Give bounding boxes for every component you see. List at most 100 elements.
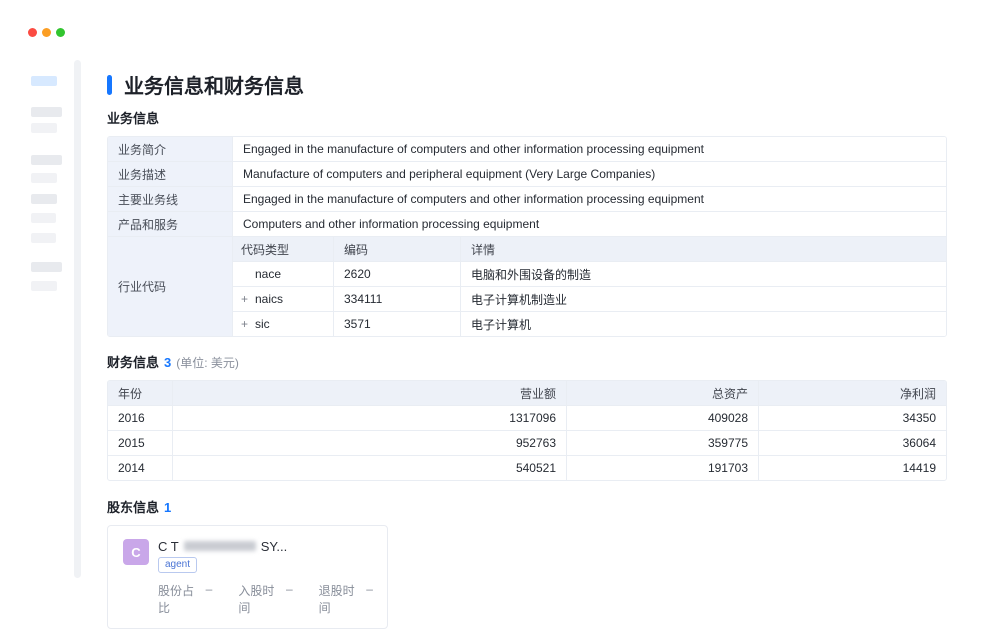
code-type: naics	[255, 292, 283, 306]
shareholder-stats: 股份占比 – 入股时间 – 退股时间 –	[158, 582, 373, 616]
business-section-header: 业务信息	[107, 108, 947, 127]
industry-codes-row: 行业代码 代码类型 编码 详情 nace 2620 电脑和外围设备的制造	[108, 237, 946, 336]
row-value: Engaged in the manufacture of computers …	[233, 137, 946, 161]
code-type-cell: nace	[233, 262, 334, 286]
financial-unit-note: (单位: 美元)	[176, 354, 239, 371]
code-type: sic	[255, 317, 270, 331]
column-header: 营业额	[173, 381, 567, 405]
row-label: 业务描述	[108, 162, 233, 186]
financial-header-row: 年份 营业额 总资产 净利润	[108, 381, 946, 406]
profit-cell: 14419	[759, 456, 946, 480]
column-header: 总资产	[567, 381, 759, 405]
table-row: nace 2620 电脑和外围设备的制造	[233, 262, 946, 287]
assets-cell: 191703	[567, 456, 759, 480]
revenue-cell: 1317096	[173, 406, 567, 430]
revenue-cell: 952763	[173, 431, 567, 455]
column-header: 编码	[334, 237, 461, 261]
stat-label: 退股时间	[319, 582, 362, 616]
main-content: 业务信息和财务信息 业务信息 业务简介 Engaged in the manuf…	[107, 72, 947, 629]
code-value: 2620	[334, 262, 461, 286]
row-label: 业务简介	[108, 137, 233, 161]
sidebar-item-placeholder[interactable]	[31, 194, 57, 204]
sidebar	[31, 76, 71, 291]
financial-section-header: 财务信息 3 (单位: 美元)	[107, 352, 947, 371]
table-row: 主要业务线 Engaged in the manufacture of comp…	[108, 187, 946, 212]
table-row: 业务简介 Engaged in the manufacture of compu…	[108, 137, 946, 162]
year-cell: 2016	[108, 406, 173, 430]
code-value: 3571	[334, 312, 461, 336]
page-header: 业务信息和财务信息	[107, 72, 947, 97]
page-title: 业务信息和财务信息	[124, 70, 304, 99]
avatar: C	[123, 539, 149, 565]
stat-value: –	[206, 582, 213, 616]
agent-badge: agent	[158, 557, 197, 573]
sidebar-item-placeholder[interactable]	[31, 155, 62, 165]
shareholder-name: C T SY...	[158, 539, 373, 553]
column-header: 年份	[108, 381, 173, 405]
sidebar-item-placeholder[interactable]	[31, 213, 56, 223]
close-window-icon[interactable]	[28, 28, 37, 37]
window-controls	[28, 28, 65, 37]
assets-cell: 359775	[567, 431, 759, 455]
name-prefix: C T	[158, 539, 179, 554]
title-accent-bar	[107, 75, 112, 95]
sidebar-item-placeholder[interactable]	[31, 281, 57, 291]
code-type: nace	[255, 267, 281, 281]
row-label: 产品和服务	[108, 212, 233, 236]
row-label: 行业代码	[108, 237, 233, 336]
shareholder-count-badge: 1	[164, 500, 171, 515]
code-detail: 电脑和外围设备的制造	[461, 262, 946, 286]
shareholder-card: C C T SY... agent 股份占比 – 入股时间 – 退股时间 –	[107, 525, 388, 629]
revenue-cell: 540521	[173, 456, 567, 480]
profit-cell: 36064	[759, 431, 946, 455]
stat-share-ratio: 股份占比 –	[158, 582, 212, 616]
code-detail: 电子计算机	[461, 312, 946, 336]
stat-value: –	[286, 582, 293, 616]
row-value: Engaged in the manufacture of computers …	[233, 187, 946, 211]
table-row: 2014 540521 191703 14419	[108, 456, 946, 480]
business-info-table: 业务简介 Engaged in the manufacture of compu…	[107, 136, 947, 337]
codes-header-row: 代码类型 编码 详情	[233, 237, 946, 262]
industry-codes-table: 代码类型 编码 详情 nace 2620 电脑和外围设备的制造 + naics	[233, 237, 946, 336]
stat-label: 入股时间	[238, 582, 281, 616]
financial-count-badge: 3	[164, 355, 171, 370]
minimize-window-icon[interactable]	[42, 28, 51, 37]
stat-entry-time: 入股时间 –	[238, 582, 292, 616]
shareholder-section-header: 股东信息 1	[107, 497, 947, 516]
table-row: 产品和服务 Computers and other information pr…	[108, 212, 946, 237]
stat-exit-time: 退股时间 –	[319, 582, 373, 616]
financial-table: 年份 营业额 总资产 净利润 2016 1317096 409028 34350…	[107, 380, 947, 481]
zoom-window-icon[interactable]	[56, 28, 65, 37]
table-row: 2016 1317096 409028 34350	[108, 406, 946, 431]
year-cell: 2015	[108, 431, 173, 455]
table-row: + sic 3571 电子计算机	[233, 312, 946, 336]
sidebar-item-placeholder[interactable]	[31, 123, 57, 133]
sidebar-item-placeholder[interactable]	[31, 233, 56, 243]
table-row: + naics 334111 电子计算机制造业	[233, 287, 946, 312]
row-value: Computers and other information processi…	[233, 212, 946, 236]
row-label: 主要业务线	[108, 187, 233, 211]
column-header: 净利润	[759, 381, 946, 405]
column-header: 代码类型	[233, 237, 334, 261]
year-cell: 2014	[108, 456, 173, 480]
code-detail: 电子计算机制造业	[461, 287, 946, 311]
sidebar-item-placeholder[interactable]	[31, 107, 62, 117]
sidebar-item-placeholder[interactable]	[31, 262, 62, 272]
code-type-cell: + naics	[233, 287, 334, 311]
sidebar-item-placeholder[interactable]	[31, 76, 57, 86]
shareholder-details: C T SY... agent 股份占比 – 入股时间 – 退股时间 –	[158, 539, 373, 616]
profit-cell: 34350	[759, 406, 946, 430]
column-header: 详情	[461, 237, 946, 261]
row-value: Manufacture of computers and peripheral …	[233, 162, 946, 186]
code-type-cell: + sic	[233, 312, 334, 336]
name-suffix: SY...	[261, 539, 288, 554]
financial-section-title: 财务信息	[107, 352, 159, 371]
redacted-name-blur	[184, 541, 256, 551]
sidebar-item-placeholder[interactable]	[31, 173, 57, 183]
table-row: 业务描述 Manufacture of computers and periph…	[108, 162, 946, 187]
expand-icon[interactable]: +	[241, 318, 255, 330]
shareholder-section-title: 股东信息	[107, 497, 159, 516]
scrollbar-track[interactable]	[74, 60, 81, 578]
expand-icon[interactable]: +	[241, 293, 255, 305]
code-value: 334111	[334, 287, 461, 311]
